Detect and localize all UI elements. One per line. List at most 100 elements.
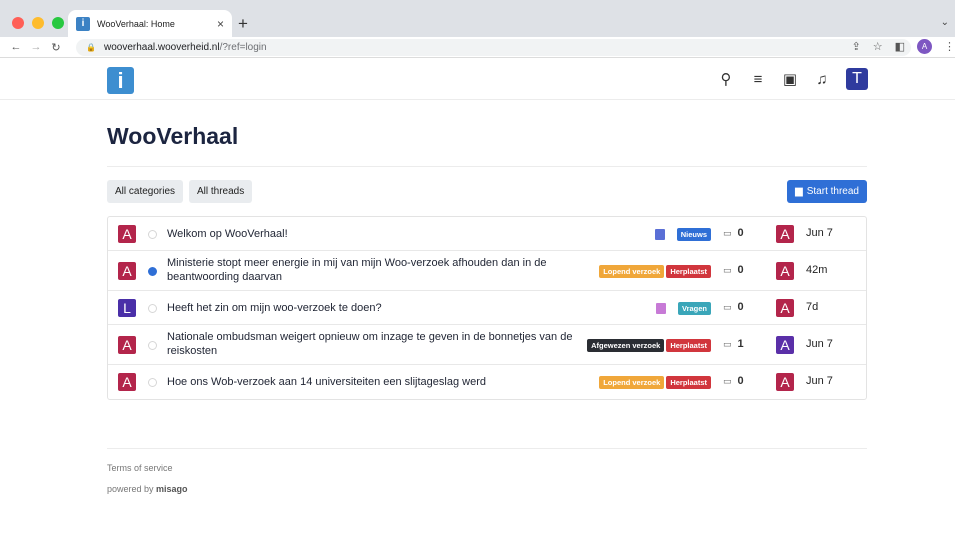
thread-title[interactable]: Heeft het zin om mijn woo-verzoek te doe… <box>167 301 382 315</box>
browser-tab[interactable]: i WooVerhaal: Home × <box>68 10 232 37</box>
site-navbar: i ⚲ ≡ ▣ ♫ T <box>0 58 955 100</box>
share-icon[interactable]: ⇪ <box>852 40 861 53</box>
thread-title-line: reiskosten <box>167 345 218 357</box>
read-dot-icon <box>148 303 157 313</box>
last-poster-avatar[interactable]: A <box>776 336 794 354</box>
thread-starter-avatar[interactable]: A <box>118 373 136 391</box>
last-post-time[interactable]: 42m <box>806 264 827 276</box>
site-logo[interactable]: i <box>107 67 134 94</box>
last-poster-avatar[interactable]: A <box>776 299 794 317</box>
thread-row[interactable]: L Heeft het zin om mijn woo-verzoek te do… <box>108 291 866 325</box>
category-badge[interactable]: Herplaatst <box>666 375 711 389</box>
thread-title[interactable]: Nationale ombudsman weigert opnieuw om i… <box>167 330 572 358</box>
forward-arrow-icon[interactable]: → <box>26 41 46 53</box>
read-dot-icon <box>148 377 157 387</box>
last-poster-avatar[interactable]: A <box>776 373 794 391</box>
thread-categories: Nieuws <box>654 227 711 241</box>
category-icon <box>654 228 665 240</box>
category-badge[interactable]: Lopend verzoek <box>599 264 665 278</box>
threads-list: A Welkom op WooVerhaal! Nieuws ▭ 0 A Jun 7 A Min… <box>107 216 867 400</box>
thread-starter-avatar[interactable]: L <box>118 299 136 317</box>
comment-icon: ▭ <box>723 375 732 386</box>
url-path: /?ref=login <box>219 42 267 53</box>
thread-row[interactable]: A Hoe ons Wob-verzoek aan 14 universiteit… <box>108 365 866 399</box>
thread-row[interactable]: A Nationale ombudsman weigert opnieuw om … <box>108 325 866 365</box>
category-badge[interactable]: Lopend verzoek <box>599 375 665 389</box>
comment-icon: ▭ <box>723 227 732 238</box>
user-avatar[interactable]: T <box>846 68 868 90</box>
misago-link[interactable]: misago <box>156 484 188 494</box>
read-dot-icon <box>148 340 157 350</box>
last-post-time[interactable]: Jun 7 <box>806 375 833 387</box>
last-poster-avatar[interactable]: A <box>776 225 794 243</box>
unread-dot-icon <box>148 266 157 276</box>
divider <box>107 166 867 167</box>
thread-title[interactable]: Ministerie stopt meer energie in mij van… <box>167 256 547 284</box>
last-post-time[interactable]: 7d <box>806 301 818 313</box>
bookmark-star-icon[interactable]: ☆ <box>873 40 883 53</box>
inbox-icon[interactable]: ▣ <box>782 70 798 88</box>
menu-dots-icon[interactable]: ⋮ <box>944 40 955 53</box>
category-badge[interactable]: Vragen <box>677 301 711 315</box>
address-bar: ← → ↻ 🔒 wooverhaal.wooverheid.nl /?ref=l… <box>0 37 955 58</box>
comment-icon: ▭ <box>723 338 732 349</box>
category-badge[interactable]: Nieuws <box>676 227 711 241</box>
thread-starter-avatar[interactable]: A <box>118 336 136 354</box>
chat-bubble-icon: ▆ <box>795 186 803 197</box>
comment-icon: ▭ <box>723 301 732 312</box>
thread-title[interactable]: Hoe ons Wob-verzoek aan 14 universiteite… <box>167 375 486 389</box>
search-icon[interactable]: ⚲ <box>718 70 734 88</box>
thread-starter-avatar[interactable]: A <box>118 225 136 243</box>
thread-title[interactable]: Welkom op WooVerhaal! <box>167 227 288 241</box>
all-categories-button[interactable]: All categories <box>107 180 184 203</box>
browser-actions: ⇪ ☆ ◧ A ⋮ <box>852 39 955 54</box>
browser-tabbar: i WooVerhaal: Home × + ⌄ <box>0 0 955 37</box>
reply-count-value: 0 <box>737 264 744 276</box>
reply-count: ▭ 0 <box>723 264 744 276</box>
reload-icon[interactable]: ↻ <box>46 41 66 54</box>
reply-count-value: 0 <box>737 227 744 239</box>
category-badge[interactable]: Herplaatst <box>666 264 711 278</box>
all-threads-button[interactable]: All threads <box>189 180 253 203</box>
profile-avatar[interactable]: A <box>917 39 932 54</box>
category-badge[interactable]: Afgewezen verzoek <box>587 338 665 352</box>
close-window-button[interactable] <box>12 17 24 29</box>
thread-row[interactable]: A Ministerie stopt meer energie in mij va… <box>108 251 866 291</box>
thread-title-line: Nationale ombudsman weigert opnieuw om i… <box>167 331 573 343</box>
page-title: WooVerhaal <box>107 123 239 149</box>
bell-icon[interactable]: ♫ <box>814 71 830 88</box>
side-panel-icon[interactable]: ◧ <box>895 40 905 53</box>
tab-close-icon[interactable]: × <box>217 17 224 31</box>
category-badge[interactable]: Herplaatst <box>666 338 711 352</box>
reply-count: ▭ 1 <box>723 338 744 350</box>
reply-count: ▭ 0 <box>723 375 744 387</box>
thread-starter-avatar[interactable]: A <box>118 262 136 280</box>
terms-of-service-link[interactable]: Terms of service <box>107 463 173 473</box>
start-thread-button[interactable]: ▆ Start thread <box>787 180 867 203</box>
start-thread-label: Start thread <box>806 186 859 197</box>
category-icon <box>655 302 666 314</box>
last-poster-avatar[interactable]: A <box>776 262 794 280</box>
new-tab-icon[interactable]: + <box>238 14 248 34</box>
reply-count-value: 0 <box>737 375 744 387</box>
window-controls <box>12 17 64 29</box>
thread-title-line: Ministerie stopt meer energie in mij van… <box>167 257 547 269</box>
thread-categories: Afgewezen verzoek Herplaatst <box>587 338 711 352</box>
thread-row[interactable]: A Welkom op WooVerhaal! Nieuws ▭ 0 A Jun 7 <box>108 217 866 251</box>
navbar-icons: ⚲ ≡ ▣ ♫ T <box>718 68 868 90</box>
reply-count: ▭ 0 <box>723 227 744 239</box>
hamburger-menu-icon[interactable]: ≡ <box>750 71 766 88</box>
threads-toolbar: All categories All threads ▆ Start threa… <box>107 180 867 203</box>
thread-title-line: beantwoording daarvan <box>167 271 282 283</box>
minimize-window-button[interactable] <box>32 17 44 29</box>
back-arrow-icon[interactable]: ← <box>6 41 26 53</box>
divider <box>107 448 867 449</box>
reply-count-value: 0 <box>737 301 744 313</box>
last-post-time[interactable]: Jun 7 <box>806 338 833 350</box>
maximize-window-button[interactable] <box>52 17 64 29</box>
thread-categories: Vragen <box>655 301 711 315</box>
thread-title-line: Heeft het zin om mijn woo-verzoek te doe… <box>167 302 382 314</box>
last-post-time[interactable]: Jun 7 <box>806 227 833 239</box>
url-input[interactable]: 🔒 wooverhaal.wooverheid.nl /?ref=login <box>76 39 911 56</box>
chevron-down-icon[interactable]: ⌄ <box>941 17 949 28</box>
